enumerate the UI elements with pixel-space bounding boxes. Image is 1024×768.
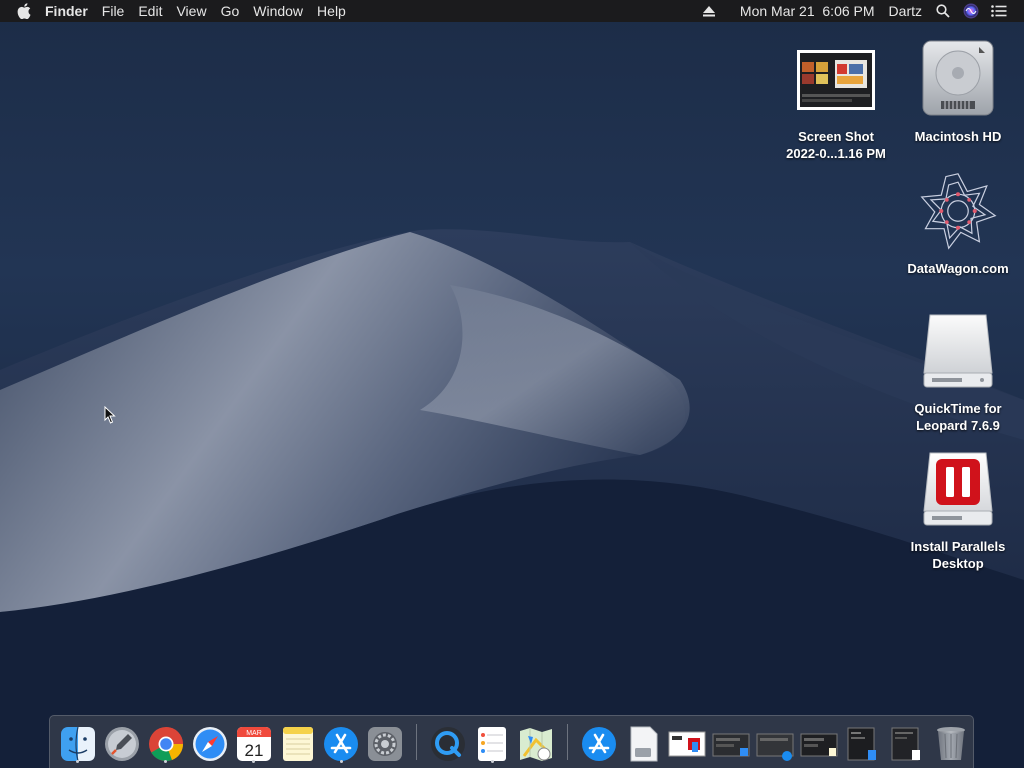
calendar-day: 21 — [244, 741, 263, 760]
reminders-icon — [478, 727, 507, 761]
running-indicator — [164, 760, 168, 763]
screenshot-file-icon — [796, 36, 876, 124]
disk-image-icon — [630, 726, 658, 762]
screenshot-thumbnail-icon — [891, 727, 920, 761]
dock-calendar[interactable]: MAR 21 — [235, 720, 273, 764]
launchpad-icon — [104, 727, 139, 761]
desktop-icon-quicktime-dmg[interactable]: QuickTime for Leopard 7.6.9 — [903, 306, 1013, 434]
desktop-icon-label: DataWagon.com — [907, 261, 1009, 276]
quicktime-icon — [431, 727, 466, 761]
dock-app-store[interactable] — [323, 720, 361, 764]
dock: MAR 21 — [49, 715, 974, 768]
spotlight-search-icon[interactable] — [932, 0, 954, 22]
document-thumbnail-icon — [668, 731, 706, 757]
running-indicator — [252, 760, 256, 763]
menu-file[interactable]: File — [95, 0, 132, 22]
screenshot-thumbnail-icon — [756, 733, 794, 761]
mouse-pointer-icon — [104, 405, 116, 429]
safari-icon — [192, 727, 227, 761]
dock-safari[interactable] — [191, 720, 229, 764]
dock-system-preferences[interactable] — [366, 720, 404, 764]
desktop-icon-label: Install Parallels Desktop — [910, 539, 1006, 571]
menu-edit[interactable]: Edit — [131, 0, 169, 22]
apple-menu-icon[interactable] — [14, 0, 34, 22]
menu-bar: Finder File Edit View Go Window Help Mon… — [0, 0, 1024, 22]
screenshot-thumbnail-icon — [712, 733, 750, 757]
app-store-icon — [324, 727, 359, 761]
desktop-icon-datawagon[interactable]: DataWagon.com — [903, 166, 1013, 277]
desktop-icon-label: QuickTime for Leopard 7.6.9 — [914, 401, 1002, 433]
menu-clock[interactable]: Mon Mar 21 6:06 PM — [733, 0, 882, 22]
gear-icon — [368, 727, 403, 761]
menu-help[interactable]: Help — [310, 0, 353, 22]
parallels-installer-icon — [918, 444, 998, 534]
app-store-folder-icon — [582, 727, 617, 761]
siri-icon[interactable] — [960, 0, 982, 22]
webloc-icon — [918, 166, 998, 256]
calendar-month: MAR — [246, 730, 262, 737]
screenshot-thumbnail-icon — [847, 727, 876, 761]
dock-document[interactable] — [624, 720, 662, 764]
finder-icon — [60, 726, 95, 762]
menu-go[interactable]: Go — [214, 0, 247, 22]
maps-icon — [520, 728, 553, 761]
desktop-icon-label: Macintosh HD — [914, 129, 1002, 144]
screenshot-thumbnail-icon — [800, 733, 838, 757]
dock-chrome[interactable] — [147, 720, 185, 764]
dock-stack-6[interactable] — [888, 720, 926, 764]
dock-launchpad[interactable] — [103, 720, 141, 764]
menu-view[interactable]: View — [169, 0, 213, 22]
dock-stack-4[interactable] — [800, 720, 838, 764]
dock-maps[interactable] — [517, 720, 555, 764]
notification-center-icon[interactable] — [988, 0, 1010, 22]
dock-reminders[interactable] — [473, 720, 511, 764]
desktop-icon-macintosh-hd[interactable]: Macintosh HD — [903, 32, 1013, 145]
chrome-icon — [148, 727, 183, 762]
menu-extras: Mon Mar 21 6:06 PM Dartz — [695, 0, 1024, 22]
dock-stack-2[interactable] — [712, 720, 750, 764]
desktop-icon-parallels[interactable]: Install Parallels Desktop — [903, 444, 1013, 572]
menu-user[interactable]: Dartz — [882, 0, 929, 22]
running-indicator — [490, 760, 494, 763]
desktop-icon-screenshot[interactable]: Screen Shot 2022-0...1.16 PM — [781, 36, 891, 162]
eject-icon[interactable] — [698, 0, 720, 22]
desktop-icon-label: Screen Shot 2022-0...1.16 PM — [786, 129, 886, 161]
dock-notes[interactable] — [279, 720, 317, 764]
dock-quicktime[interactable] — [429, 720, 467, 764]
trash-icon — [936, 727, 965, 760]
dock-stack-3[interactable] — [756, 720, 794, 764]
dock-trash[interactable] — [932, 720, 970, 764]
calendar-icon: MAR 21 — [236, 727, 271, 761]
menu-app-name[interactable]: Finder — [38, 0, 95, 22]
dock-finder[interactable] — [59, 720, 97, 764]
dock-separator — [567, 724, 569, 760]
notes-icon — [282, 727, 313, 761]
menu-window[interactable]: Window — [246, 0, 310, 22]
dock-stack-1[interactable] — [668, 720, 706, 764]
dock-app-store-download[interactable] — [580, 720, 618, 764]
disk-image-icon — [918, 306, 998, 396]
running-indicator — [339, 760, 343, 763]
dock-separator — [416, 724, 418, 760]
dock-stack-5[interactable] — [844, 720, 882, 764]
hard-drive-icon — [918, 32, 998, 124]
